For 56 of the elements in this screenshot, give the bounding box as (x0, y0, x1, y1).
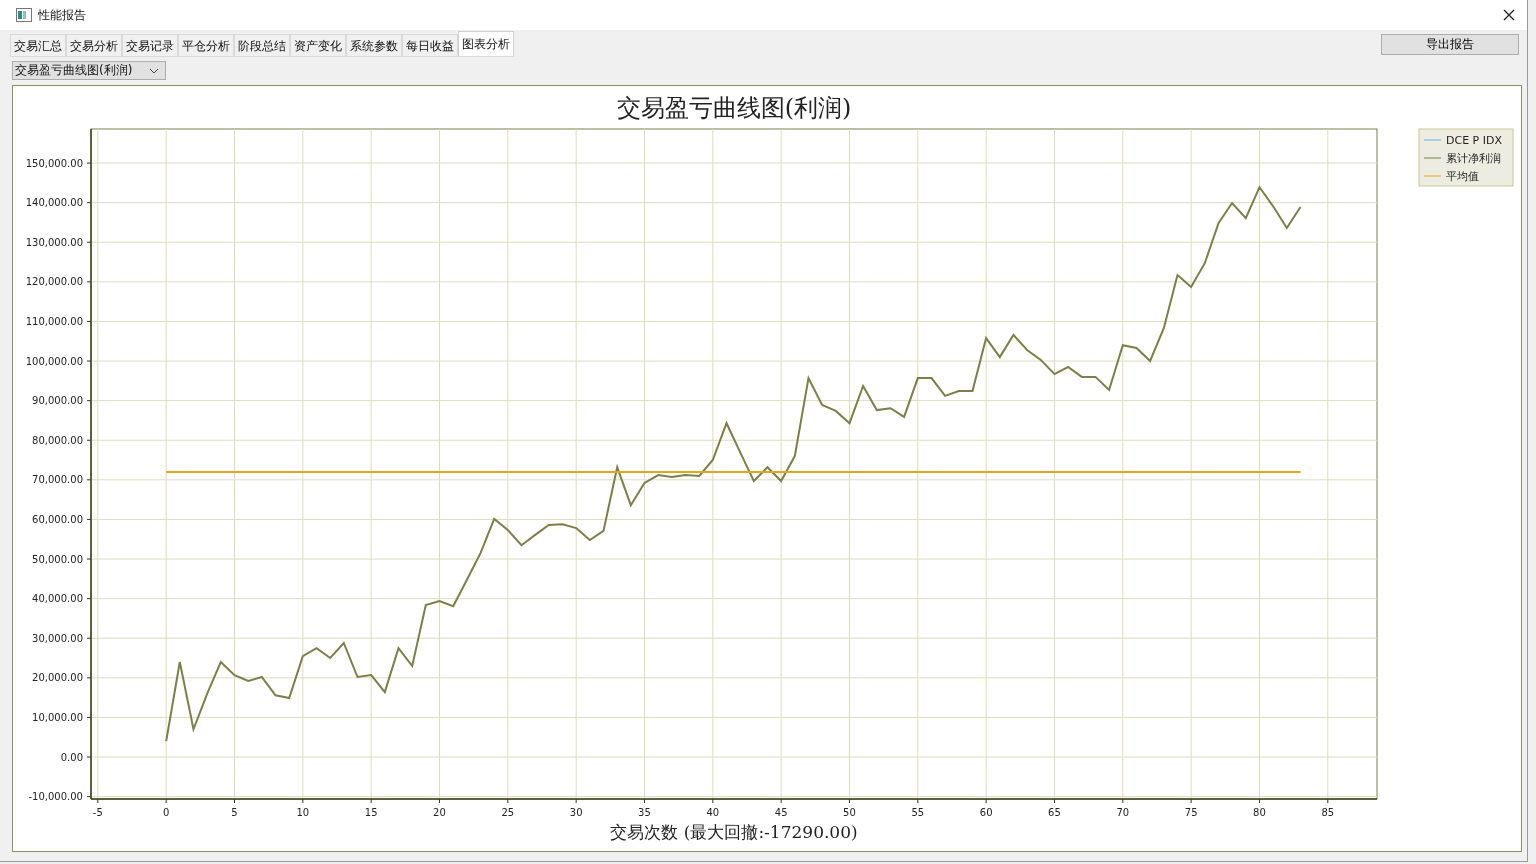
y-tick-label: 100,000.00 (25, 355, 83, 367)
x-tick-label: 5 (231, 807, 238, 818)
x-tick-label: 85 (1321, 807, 1335, 818)
chart-title: 交易盈亏曲线图(利润) (616, 94, 852, 122)
tab[interactable]: 阶段总结 (234, 34, 290, 56)
x-tick-label: 80 (1253, 807, 1266, 818)
x-tick-label: 45 (774, 807, 788, 818)
legend-label: 累计净利润 (1446, 152, 1501, 165)
y-tick-label: 80,000.00 (32, 434, 83, 446)
export-button[interactable]: 导出报告 (1381, 34, 1519, 55)
legend-label: 平均值 (1446, 170, 1479, 183)
y-tick-label: 130,000.00 (25, 236, 83, 248)
legend-label: DCE P IDX (1446, 134, 1502, 147)
x-tick-label: 0 (163, 807, 170, 818)
y-tick-label: 140,000.00 (25, 197, 83, 209)
x-tick-label: 70 (1116, 807, 1130, 818)
x-tick-label: 35 (638, 807, 651, 818)
tab[interactable]: 资产变化 (290, 34, 346, 56)
tab[interactable]: 平仓分析 (178, 34, 234, 56)
y-tick-label: 50,000.00 (32, 553, 83, 565)
tab[interactable]: 交易汇总 (10, 34, 66, 56)
app-icon (16, 8, 32, 22)
y-tick-label: 70,000.00 (32, 474, 83, 486)
x-tick-label: 50 (843, 807, 856, 818)
y-tick-label: 60,000.00 (32, 513, 83, 525)
x-tick-label: 75 (1184, 807, 1198, 818)
x-tick-label: -5 (92, 807, 103, 818)
x-axis-label: 交易次数 (最大回撤:-17290.00) (610, 822, 858, 842)
x-tick-label: 25 (501, 807, 515, 818)
x-tick-label: 10 (296, 807, 310, 818)
x-tick-label: 55 (911, 807, 925, 818)
y-tick-label: 90,000.00 (32, 395, 83, 407)
y-tick-label: 20,000.00 (32, 672, 83, 684)
y-tick-label: 40,000.00 (32, 593, 83, 605)
x-tick-label: 65 (1048, 807, 1061, 818)
window-title: 性能报告 (38, 6, 87, 24)
y-tick-label: 0.00 (60, 751, 83, 763)
x-tick-label: 15 (364, 807, 378, 818)
close-icon[interactable] (1503, 9, 1515, 21)
x-tick-label: 60 (979, 807, 993, 818)
x-tick-label: 20 (433, 807, 446, 818)
tab[interactable]: 交易记录 (122, 34, 178, 56)
y-tick-label: 110,000.00 (25, 315, 83, 327)
y-tick-label: 150,000.00 (25, 157, 83, 169)
y-tick-label: 10,000.00 (32, 711, 83, 723)
tab[interactable]: 图表分析 (458, 31, 514, 56)
tab[interactable]: 交易分析 (66, 34, 122, 56)
tab[interactable]: 系统参数 (346, 34, 402, 56)
y-tick-label: 120,000.00 (25, 276, 83, 288)
x-tick-label: 40 (706, 807, 720, 818)
tab[interactable]: 每日收益 (402, 34, 458, 56)
x-tick-label: 30 (569, 807, 583, 818)
chevron-down-icon (149, 67, 159, 74)
chart-type-dropdown[interactable]: 交易盈亏曲线图(利润) (12, 61, 166, 80)
y-tick-label: -10,000.00 (28, 791, 83, 803)
y-tick-label: 30,000.00 (32, 632, 83, 644)
